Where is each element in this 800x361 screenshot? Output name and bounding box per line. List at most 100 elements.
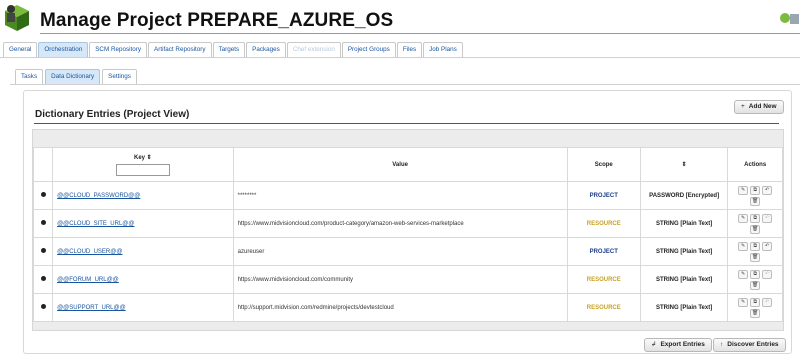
- table-row: @@CLOUD_SITE_URL@@ https://www.midvisionc…: [32, 209, 783, 238]
- tab-scm-repository[interactable]: SCM Repository: [89, 42, 148, 58]
- tab-chef-extension: Chef extension: [286, 42, 341, 58]
- tab-packages[interactable]: Packages: [246, 42, 286, 58]
- scope-cell: PROJECT: [566, 181, 641, 210]
- subtab-tasks[interactable]: Tasks: [15, 69, 44, 85]
- entry-value: https://www.midvisioncloud.com/community: [237, 276, 354, 283]
- dictionary-table-container: Key ⇕ Value Scope ⇕ Actions @@CLOUD_PASS…: [32, 129, 784, 331]
- copy-icon[interactable]: ⧉: [750, 297, 761, 307]
- copy-icon[interactable]: ⧉: [750, 213, 761, 223]
- copy-icon[interactable]: ⧉: [750, 269, 761, 279]
- export-entries-button[interactable]: ↲ Export Entries: [644, 338, 712, 352]
- title-divider: [40, 33, 800, 34]
- entry-value: ********: [237, 192, 257, 199]
- scope-cell: RESOURCE: [566, 293, 641, 322]
- copy-icon[interactable]: ⧉: [750, 241, 761, 251]
- key-cell: @@CLOUD_USER@@: [52, 237, 234, 266]
- tab-general[interactable]: General: [3, 42, 38, 58]
- expand-row-icon[interactable]: [40, 248, 46, 253]
- value-column-header: Value: [232, 147, 568, 182]
- page-header: Manage Project PREPARE_AZURE_OS: [0, 0, 800, 38]
- edit-icon[interactable]: ✎: [738, 185, 749, 195]
- type-cell: PASSWORD [Encrypted]: [639, 181, 729, 210]
- edit-icon[interactable]: ✎: [738, 269, 749, 279]
- undo-icon: ↶: [762, 297, 773, 307]
- subtabs-divider: [10, 84, 800, 85]
- page-title: Manage Project PREPARE_AZURE_OS: [40, 10, 394, 31]
- scope-cell: RESOURCE: [566, 209, 641, 238]
- scope-cell: PROJECT: [566, 237, 641, 266]
- discover-icon: ↑: [720, 341, 724, 348]
- type-cell: STRING [Plain Text]: [639, 237, 729, 266]
- expand-cell: [32, 293, 54, 322]
- edit-icon[interactable]: ✎: [738, 297, 749, 307]
- entry-key-link[interactable]: @@CLOUD_SITE_URL@@: [53, 221, 134, 227]
- subtab-settings[interactable]: Settings: [102, 69, 137, 85]
- table-row: @@FORUM_URL@@ https://www.midvisioncloud.…: [32, 265, 783, 294]
- plus-icon: +: [741, 103, 745, 110]
- delete-icon[interactable]: 🗑: [750, 308, 761, 318]
- undo-icon: ↶: [762, 213, 773, 223]
- panel-title-rule: [34, 123, 779, 124]
- key-column-header[interactable]: Key ⇕: [52, 147, 234, 182]
- edit-icon[interactable]: ✎: [738, 241, 749, 251]
- tab-targets[interactable]: Targets: [212, 42, 246, 58]
- tab-orchestration[interactable]: Orchestration: [38, 42, 89, 58]
- type-cell: STRING [Plain Text]: [639, 209, 729, 238]
- tab-files[interactable]: Files: [396, 42, 423, 58]
- actions-column-header: Actions: [727, 147, 783, 182]
- entry-key-link[interactable]: @@CLOUD_USER@@: [53, 249, 122, 255]
- discover-entries-button[interactable]: ↑ Discover Entries: [713, 338, 786, 352]
- key-filter-input[interactable]: [115, 163, 170, 176]
- expand-row-icon[interactable]: [40, 304, 46, 309]
- expand-cell: [32, 237, 54, 266]
- main-tabs: General Orchestration SCM Repository Artifa…: [3, 42, 463, 58]
- deploy-status-icon[interactable]: [778, 9, 800, 27]
- expand-cell: [32, 209, 54, 238]
- subtab-data-dictionary[interactable]: Data Dictionary: [45, 69, 101, 85]
- type-cell: STRING [Plain Text]: [639, 265, 729, 294]
- actions-cell: ✎ ⧉ ↶ 🗑: [727, 181, 783, 210]
- scope-cell: RESOURCE: [566, 265, 641, 294]
- project-cube-icon: [5, 5, 29, 31]
- value-cell: azureuser: [232, 237, 568, 266]
- key-cell: @@CLOUD_SITE_URL@@: [52, 209, 234, 238]
- value-cell: https://www.midvisioncloud.com/community: [232, 265, 568, 294]
- type-column-header[interactable]: ⇕: [639, 147, 729, 182]
- actions-cell: ✎ ⧉ ↶ 🗑: [727, 265, 783, 294]
- value-cell: http://support.midvision.com/redmine/pro…: [232, 293, 568, 322]
- delete-icon[interactable]: 🗑: [750, 252, 761, 262]
- key-cell: @@SUPPORT_URL@@: [52, 293, 234, 322]
- entry-value: http://support.midvision.com/redmine/pro…: [237, 304, 394, 311]
- sub-tabs: Tasks Data Dictionary Settings: [15, 69, 137, 85]
- undo-icon[interactable]: ↶: [762, 241, 773, 251]
- table-row: @@CLOUD_PASSWORD@@ ******** PROJECT PASSWOR…: [32, 181, 783, 210]
- expand-column-header: [32, 147, 54, 182]
- expand-row-icon[interactable]: [40, 276, 46, 281]
- undo-icon[interactable]: ↶: [762, 185, 773, 195]
- table-header-row: Key ⇕ Value Scope ⇕ Actions: [32, 147, 783, 182]
- undo-icon: ↶: [762, 269, 773, 279]
- entry-key-link[interactable]: @@SUPPORT_URL@@: [53, 305, 126, 311]
- delete-icon[interactable]: 🗑: [750, 196, 761, 206]
- table-row: @@SUPPORT_URL@@ http://support.midvision.…: [32, 293, 783, 322]
- expand-row-icon[interactable]: [40, 220, 46, 225]
- tab-artifact-repository[interactable]: Artifact Repository: [148, 42, 212, 58]
- key-cell: @@CLOUD_PASSWORD@@: [52, 181, 234, 210]
- delete-icon[interactable]: 🗑: [750, 224, 761, 234]
- entry-key-link[interactable]: @@CLOUD_PASSWORD@@: [53, 193, 140, 199]
- copy-icon[interactable]: ⧉: [750, 185, 761, 195]
- add-new-button[interactable]: + Add New: [734, 100, 784, 114]
- expand-row-icon[interactable]: [40, 192, 46, 197]
- entry-key-link[interactable]: @@FORUM_URL@@: [53, 277, 119, 283]
- edit-icon[interactable]: ✎: [738, 213, 749, 223]
- dictionary-panel: Dictionary Entries (Project View) + Add N…: [23, 90, 792, 354]
- key-cell: @@FORUM_URL@@: [52, 265, 234, 294]
- expand-cell: [32, 265, 54, 294]
- table-row: @@CLOUD_USER@@ azureuser PROJECT STRING [Pl…: [32, 237, 783, 266]
- dictionary-table: Key ⇕ Value Scope ⇕ Actions @@CLOUD_PASS…: [32, 147, 783, 322]
- tab-project-groups[interactable]: Project Groups: [341, 42, 396, 58]
- tab-job-plans[interactable]: Job Plans: [423, 42, 463, 58]
- entry-value: azureuser: [237, 248, 265, 255]
- delete-icon[interactable]: 🗑: [750, 280, 761, 290]
- value-cell: https://www.midvisioncloud.com/product-c…: [232, 209, 568, 238]
